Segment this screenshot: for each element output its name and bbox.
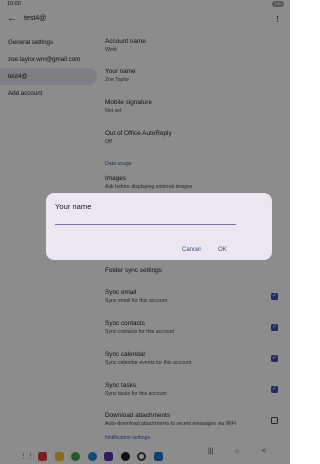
your-name-input[interactable] [55, 216, 236, 225]
ok-button[interactable]: OK [218, 247, 227, 253]
dialog-title: Your name [55, 202, 92, 211]
cancel-button[interactable]: Cancel [182, 247, 201, 253]
your-name-dialog: Your name Cancel OK [46, 193, 272, 260]
